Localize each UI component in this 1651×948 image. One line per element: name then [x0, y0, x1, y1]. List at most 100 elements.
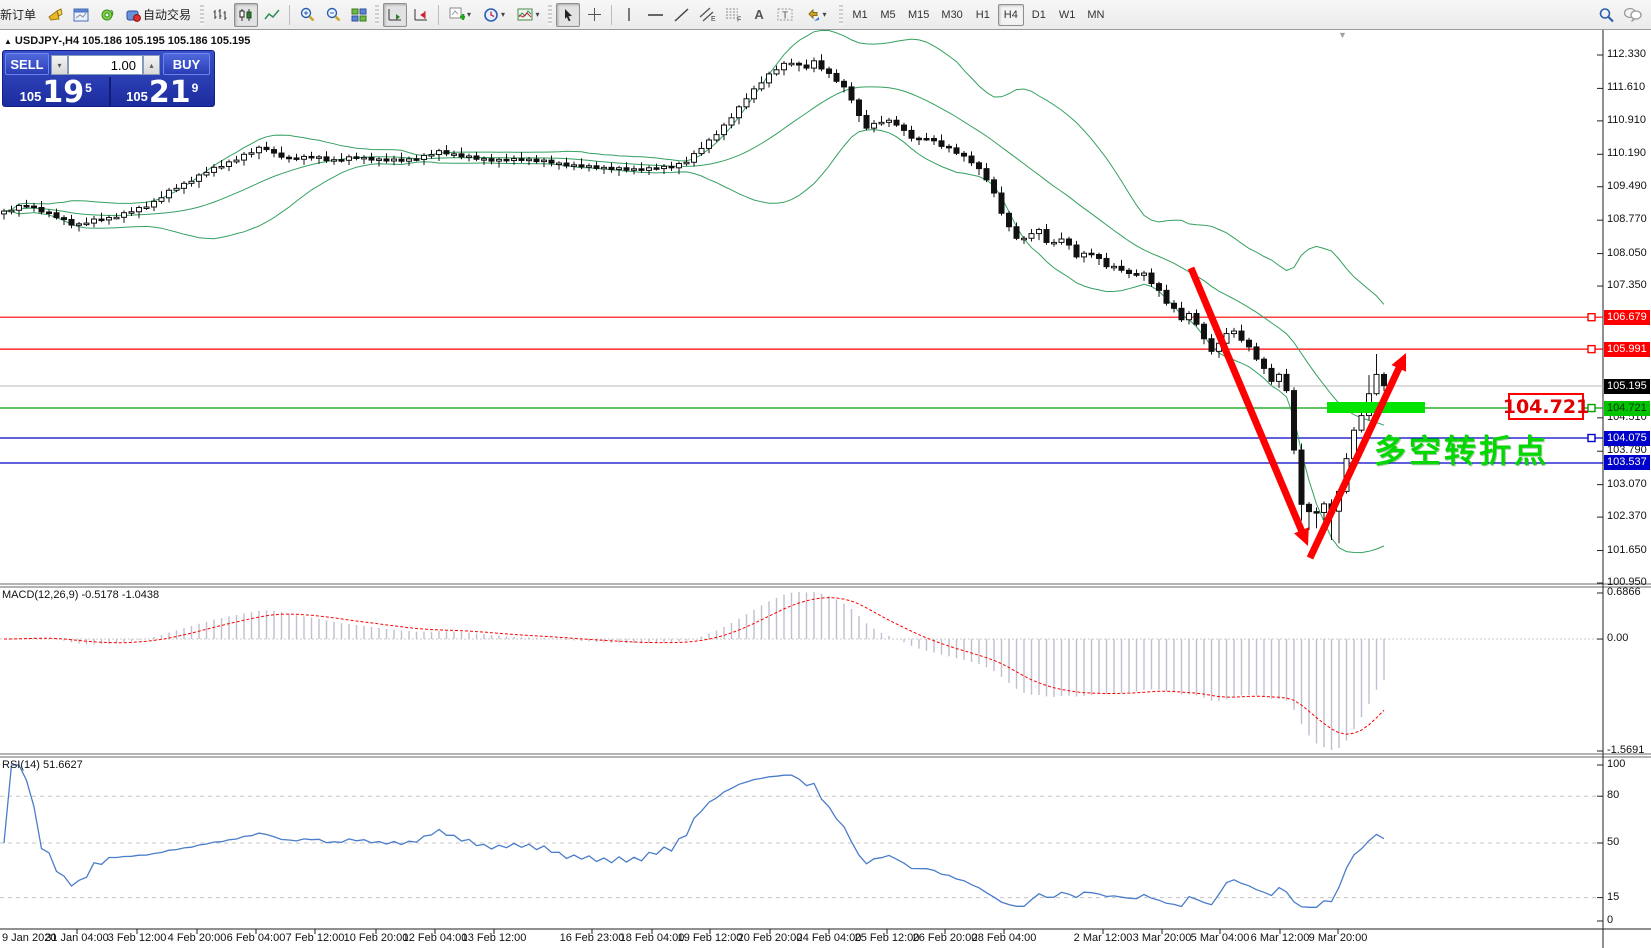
svg-text:E: E [711, 16, 716, 22]
macd-axis-label: -1.5691 [1607, 744, 1644, 756]
price-tick-label: 101.650 [1607, 544, 1647, 556]
price-level-label: 106.679 [1604, 310, 1650, 325]
svg-text:T: T [782, 11, 788, 22]
price-level-label: 104.721 [1604, 401, 1650, 416]
time-axis-label: 16 Feb 23:00 [560, 932, 625, 944]
candlestick-mode-icon[interactable] [234, 3, 258, 27]
vertical-line-tool-icon[interactable] [617, 3, 641, 27]
template-button[interactable]: ▾ [512, 3, 544, 27]
price-tick-label: 102.370 [1607, 510, 1647, 522]
price-tick-label: 108.050 [1607, 247, 1647, 259]
buy-button[interactable]: BUY [163, 53, 210, 75]
price-tick-label: 103.790 [1607, 444, 1647, 456]
search-icon[interactable] [1594, 3, 1618, 27]
add-indicator-button[interactable]: ▾ [444, 3, 476, 27]
sell-price-point: 5 [85, 81, 92, 95]
time-axis-label: 6 Mar 12:00 [1251, 932, 1310, 944]
new-order-label: 新订单 [0, 6, 36, 23]
time-axis-label: 2 Mar 12:00 [1074, 932, 1133, 944]
price-annotation-box[interactable]: 104.721 [1508, 393, 1584, 420]
arrow-objects-button[interactable]: ▾ [799, 3, 833, 27]
timeframe-w1[interactable]: W1 [1054, 4, 1081, 26]
macd-axis-label: 0.6866 [1607, 586, 1641, 598]
period-button[interactable]: ▾ [478, 3, 510, 27]
price-tick-label: 110.190 [1607, 147, 1646, 159]
time-axis-label: 6 Feb 04:00 [227, 932, 286, 944]
trendline-tool-icon[interactable] [669, 3, 693, 27]
sell-price[interactable]: 105 19 5 [3, 77, 109, 107]
timeframe-h1[interactable]: H1 [970, 4, 996, 26]
rsi-axis-label: 100 [1607, 758, 1625, 770]
chart-canvas[interactable] [0, 0, 1651, 948]
buy-price[interactable]: 105 21 9 [109, 77, 215, 107]
main-toolbar: 新订单 自动交易 ▾ ▾ ▾ [0, 0, 1651, 30]
bar-chart-mode-icon[interactable] [208, 3, 232, 27]
cursor-tool-icon[interactable] [556, 3, 580, 27]
volume-increase-button[interactable]: ▴ [143, 55, 160, 75]
timeframe-m5[interactable]: M5 [875, 4, 901, 26]
new-order-button[interactable]: 新订单 [0, 3, 41, 27]
volume-decrease-button[interactable]: ▾ [51, 55, 68, 75]
toolbar-grip [548, 5, 552, 25]
terminal-window: 新订单 自动交易 ▾ ▾ ▾ [0, 0, 1651, 948]
time-axis-label: 7 Feb 12:00 [286, 932, 345, 944]
time-axis-label: 10 Feb 20:00 [344, 932, 409, 944]
horizontal-line-tool-icon[interactable] [643, 3, 667, 27]
text-tool-icon[interactable]: A [747, 3, 771, 27]
price-tick-label: 110.910 [1607, 114, 1646, 126]
crosshair-tool-icon[interactable] [582, 3, 606, 27]
time-axis-label: 25 Feb 12:00 [855, 932, 920, 944]
toolbar-grip [839, 5, 843, 25]
time-axis-label: 19 Feb 12:00 [678, 932, 743, 944]
auto-scroll-icon[interactable] [383, 3, 407, 27]
time-axis-label: 9 Mar 20:00 [1309, 932, 1368, 944]
time-axis-label: 24 Feb 04:00 [797, 932, 862, 944]
dropdown-arrow-icon: ▾ [536, 10, 540, 19]
time-axis-label: 26 Feb 20:00 [913, 932, 978, 944]
autotrading-button[interactable]: 自动交易 [121, 3, 196, 27]
tile-windows-icon[interactable] [347, 3, 371, 27]
sell-price-figure: 105 [20, 89, 42, 104]
price-tick-label: 107.350 [1607, 279, 1647, 291]
chart-window-icon[interactable] [69, 3, 93, 27]
chart-title-text: USDJPY-,H4 105.186 105.195 105.186 105.1… [15, 35, 250, 47]
buy-price-figure: 105 [126, 89, 148, 104]
horn-icon[interactable] [43, 3, 67, 27]
fibonacci-tool-icon[interactable]: F [721, 3, 745, 27]
time-axis-label: 28 Feb 04:00 [972, 932, 1037, 944]
zoom-out-icon[interactable] [321, 3, 345, 27]
time-axis-label: 20 Feb 20:00 [738, 932, 803, 944]
timeframe-h4[interactable]: H4 [998, 4, 1024, 26]
rsi-axis-label: 0 [1607, 914, 1613, 926]
macd-label: MACD(12,26,9) -0.5178 -1.0438 [2, 589, 159, 601]
autotrading-icon [126, 8, 141, 22]
timeframe-m15[interactable]: M15 [903, 4, 934, 26]
text-label-tool-icon[interactable]: T [773, 3, 797, 27]
time-axis-label: 18 Feb 04:00 [620, 932, 685, 944]
signal-icon[interactable] [95, 3, 119, 27]
price-level-label: 104.075 [1604, 431, 1650, 446]
buy-price-point: 9 [192, 81, 199, 95]
chart-shift-icon[interactable] [409, 3, 433, 27]
sell-button[interactable]: SELL [5, 53, 49, 75]
price-level-label: 103.537 [1604, 455, 1650, 470]
rsi-axis-label: 80 [1607, 789, 1619, 801]
time-axis-label: 13 Feb 12:00 [462, 932, 527, 944]
volume-input[interactable] [68, 55, 143, 75]
timeframe-mn[interactable]: MN [1082, 4, 1109, 26]
one-click-trading-panel: SELL ▾ ▴ BUY 105 19 5 105 21 9 [2, 50, 215, 107]
zoom-in-icon[interactable] [295, 3, 319, 27]
price-level-label: 105.195 [1604, 379, 1650, 394]
timeframe-d1[interactable]: D1 [1026, 4, 1052, 26]
time-axis-label: 4 Feb 20:00 [168, 932, 227, 944]
timeframe-m1[interactable]: M1 [847, 4, 873, 26]
toolbar-grip [200, 5, 204, 25]
dropdown-arrow-icon: ▾ [823, 10, 827, 19]
rsi-axis-label: 15 [1607, 891, 1619, 903]
svg-text:F: F [737, 17, 741, 23]
timeframe-m30[interactable]: M30 [936, 4, 967, 26]
turning-point-note[interactable]: 多空转折点 [1374, 426, 1549, 472]
line-chart-mode-icon[interactable] [260, 3, 284, 27]
chat-icon[interactable] [1620, 3, 1644, 27]
equidistant-channel-tool-icon[interactable]: E [695, 3, 719, 27]
